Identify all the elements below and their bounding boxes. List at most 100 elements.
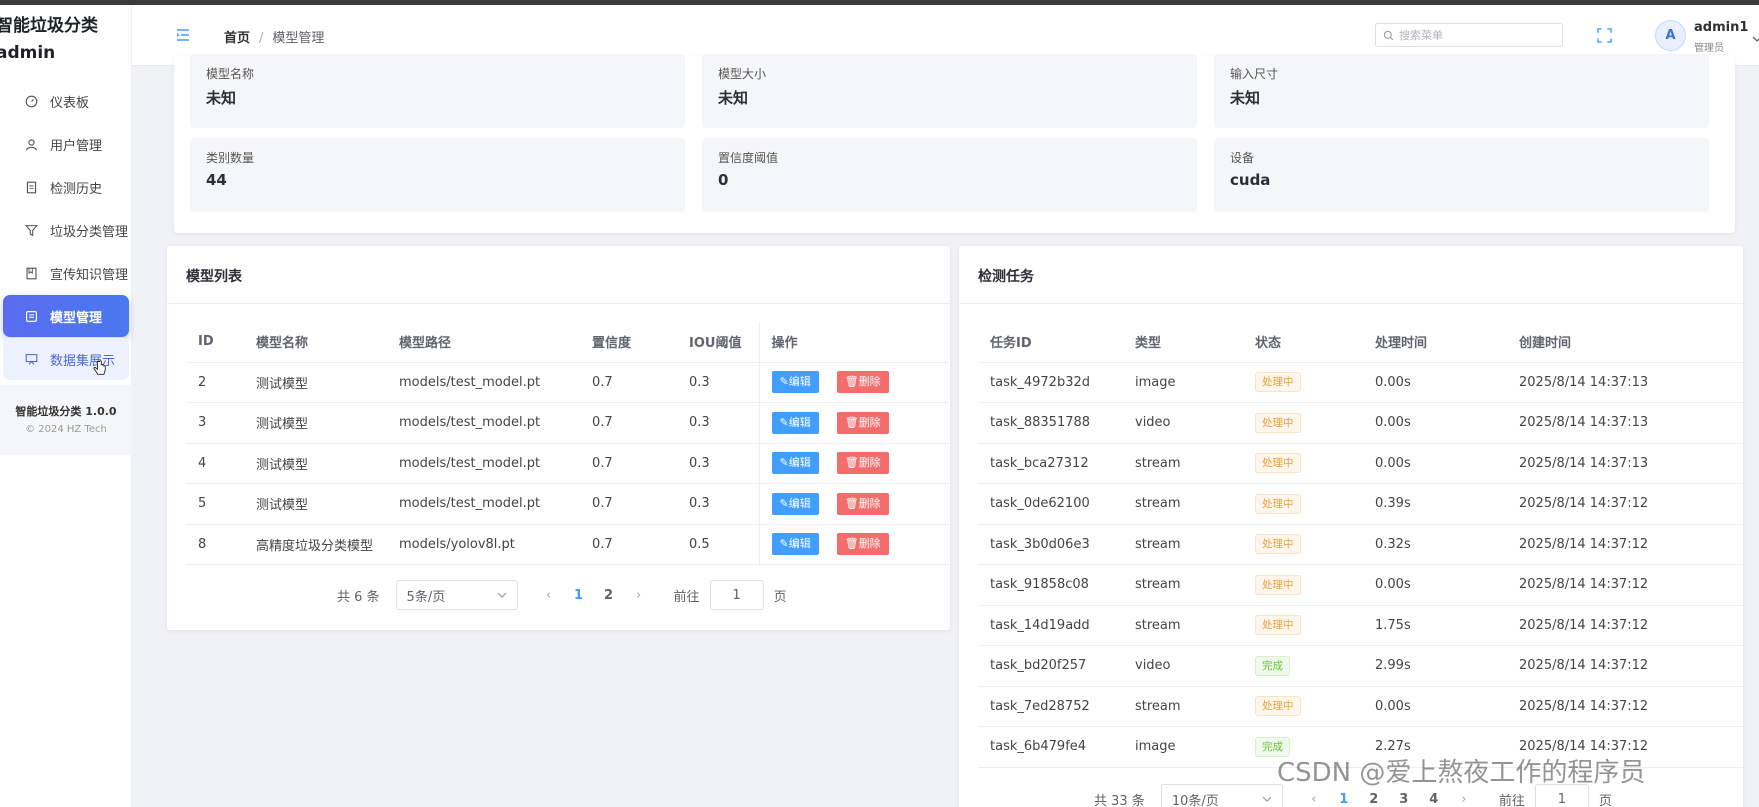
collapse-menu-icon[interactable] xyxy=(175,27,191,43)
sidebar-item-users[interactable]: 用户管理 xyxy=(3,123,129,165)
page-3-button[interactable]: 3 xyxy=(1389,792,1419,807)
status-badge: 处理中 xyxy=(1255,574,1301,595)
next-page-button[interactable]: › xyxy=(624,588,654,603)
edit-icon: ✎ xyxy=(779,496,789,510)
cell-name: 高精度垃圾分类模型 xyxy=(244,524,387,565)
cell-task-id: task_91858c08 xyxy=(978,564,1123,606)
cell-id: 4 xyxy=(186,443,244,484)
cell-iou: 0.3 xyxy=(677,362,759,403)
page-4-button[interactable]: 4 xyxy=(1419,792,1449,807)
cell-duration: 0.32s xyxy=(1363,524,1507,565)
col-confidence: 置信度 xyxy=(580,322,677,363)
page-2-button[interactable]: 2 xyxy=(1359,792,1389,807)
cell-created: 2025/8/14 14:37:12 xyxy=(1507,605,1743,646)
sidebar-menu: 仪表板 用户管理 检测历史 垃圾分类管理 宣传知识管理 模型管理 数据集展示 xyxy=(0,80,132,381)
table-row: 3 测试模型 models/test_model.pt 0.7 0.3 ✎编辑 🗑删除 xyxy=(186,402,949,444)
page-1-button[interactable]: 1 xyxy=(564,588,594,603)
prev-page-button[interactable]: ‹ xyxy=(1299,792,1329,807)
edit-button[interactable]: ✎编辑 xyxy=(771,411,819,434)
breadcrumb-separator: / xyxy=(259,31,264,46)
cell-status: 处理中 xyxy=(1243,564,1363,606)
user-icon xyxy=(26,138,37,150)
cell-task-id: task_6b479fe4 xyxy=(978,726,1123,768)
sidebar-item-garbage-categories[interactable]: 垃圾分类管理 xyxy=(3,209,129,251)
chevron-down-icon[interactable] xyxy=(1752,34,1759,44)
cell-status: 处理中 xyxy=(1243,605,1363,646)
delete-button[interactable]: 🗑删除 xyxy=(836,492,889,515)
goto-page-input[interactable]: 1 xyxy=(709,580,764,610)
sidebar-item-knowledge[interactable]: 宣传知识管理 xyxy=(3,252,129,294)
delete-button[interactable]: 🗑删除 xyxy=(836,533,889,556)
chevron-down-icon xyxy=(497,592,506,598)
cell-confidence: 0.7 xyxy=(580,362,677,403)
fullscreen-icon[interactable] xyxy=(1597,28,1612,43)
delete-button[interactable]: 🗑删除 xyxy=(836,371,889,394)
cell-actions: ✎编辑 🗑删除 xyxy=(758,402,949,444)
cell-type: stream xyxy=(1123,686,1243,727)
sidebar-item-datasets[interactable]: 数据集展示 xyxy=(3,338,129,380)
cell-actions: ✎编辑 🗑删除 xyxy=(758,362,949,403)
delete-button[interactable]: 🗑删除 xyxy=(836,411,889,434)
status-badge: 处理中 xyxy=(1255,615,1301,636)
prev-page-button[interactable]: ‹ xyxy=(534,588,564,603)
goto-label: 前往 xyxy=(673,589,700,605)
hand-cursor-icon xyxy=(93,360,106,375)
cell-path: models/test_model.pt xyxy=(387,362,580,403)
edit-button[interactable]: ✎编辑 xyxy=(771,492,819,515)
cell-task-id: task_bca27312 xyxy=(978,443,1123,484)
cell-task-id: task_3b0d06e3 xyxy=(978,524,1123,565)
sidebar-item-label: 模型管理 xyxy=(50,310,103,326)
table-row: task_91858c08 stream 处理中 0.00s 2025/8/14 14:… xyxy=(978,564,1743,606)
trash-icon: 🗑 xyxy=(844,375,859,389)
search-icon xyxy=(1383,30,1394,40)
panel-title: 模型列表 xyxy=(186,269,242,285)
user-role: 管理员 xyxy=(1694,43,1724,54)
cell-name: 测试模型 xyxy=(244,443,387,484)
page-1-button[interactable]: 1 xyxy=(1329,792,1359,807)
edit-icon: ✎ xyxy=(779,456,789,470)
cell-status: 处理中 xyxy=(1243,362,1363,403)
page-2-button[interactable]: 2 xyxy=(594,588,624,603)
sidebar-item-label: 检测历史 xyxy=(50,181,103,197)
sidebar-item-history[interactable]: 检测历史 xyxy=(3,166,129,208)
edit-icon: ✎ xyxy=(779,375,789,389)
cell-created: 2025/8/14 14:37:12 xyxy=(1507,686,1743,727)
presentation-icon xyxy=(25,353,38,365)
cell-name: 测试模型 xyxy=(244,483,387,525)
breadcrumb-home[interactable]: 首页 xyxy=(224,31,250,46)
cell-created: 2025/8/14 14:37:13 xyxy=(1507,443,1743,484)
avatar[interactable]: A xyxy=(1655,20,1686,51)
username[interactable]: admin1 xyxy=(1694,20,1748,35)
table-row: task_3b0d06e3 stream 处理中 0.32s 2025/8/14 14:… xyxy=(978,524,1743,565)
model-icon xyxy=(26,310,37,322)
edit-button[interactable]: ✎编辑 xyxy=(771,533,819,556)
status-badge: 完成 xyxy=(1255,655,1290,676)
info-value: 未知 xyxy=(206,89,237,107)
model-info-card: 模型名称 未知 模型大小 未知 输入尺寸 未知 类别数量 44 置信度阈值 0 设备 cud… xyxy=(174,54,1735,233)
sidebar-item-dashboard[interactable]: 仪表板 xyxy=(3,80,129,122)
edit-button[interactable]: ✎编辑 xyxy=(771,452,819,475)
col-actions: 操作 xyxy=(758,322,949,363)
delete-label: 删除 xyxy=(858,537,881,551)
edit-icon: ✎ xyxy=(779,537,789,551)
trash-icon: 🗑 xyxy=(844,415,859,429)
status-badge: 处理中 xyxy=(1255,453,1301,474)
cell-duration: 2.99s xyxy=(1363,645,1507,687)
divider xyxy=(959,303,1743,304)
edit-label: 编辑 xyxy=(788,375,811,389)
sidebar-item-models[interactable]: 模型管理 xyxy=(3,295,129,337)
search-input[interactable]: 搜索菜单 xyxy=(1375,23,1563,47)
col-created: 创建时间 xyxy=(1507,322,1743,363)
table-header-row: ID 模型名称 模型路径 置信度 IOU阈值 操作 xyxy=(186,322,949,363)
page-size-select[interactable]: 10条/页 xyxy=(1160,784,1283,807)
col-id: ID xyxy=(186,322,244,363)
table-row: task_7ed28752 stream 处理中 0.00s 2025/8/14 14:… xyxy=(978,686,1743,727)
delete-button[interactable]: 🗑删除 xyxy=(836,452,889,475)
info-confidence-threshold: 置信度阈值 0 xyxy=(702,138,1197,212)
edit-button[interactable]: ✎编辑 xyxy=(771,371,819,394)
delete-label: 删除 xyxy=(858,415,881,429)
page-size-select[interactable]: 5条/页 xyxy=(395,580,518,610)
next-page-button[interactable]: › xyxy=(1449,792,1479,807)
cell-created: 2025/8/14 14:37:12 xyxy=(1507,524,1743,565)
cell-iou: 0.3 xyxy=(677,443,759,484)
